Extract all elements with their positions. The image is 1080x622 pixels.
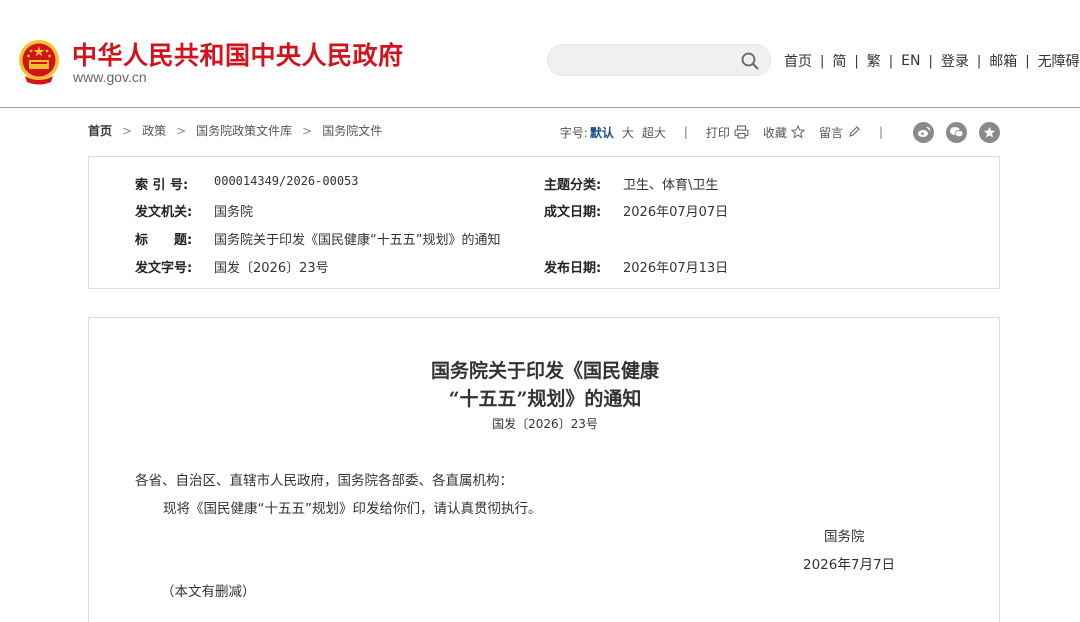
pencil-icon bbox=[849, 126, 860, 137]
wechat-icon[interactable] bbox=[946, 121, 967, 143]
print-button[interactable]: 打印 bbox=[706, 124, 749, 141]
chevron-right-icon: > bbox=[122, 123, 133, 138]
article-tools: 字号: 默认 大 超大 | 打印 收藏 留言 | bbox=[559, 121, 1000, 143]
article-title-line1: 国务院关于印发《国民健康 bbox=[430, 360, 659, 382]
nav-simplified-link[interactable]: 简 bbox=[832, 51, 846, 71]
info-value: 000014349/2026-00053 bbox=[214, 174, 359, 188]
info-category: 主题分类: 卫生、体育\卫生 bbox=[544, 174, 718, 193]
tools-divider: | bbox=[683, 125, 688, 139]
printer-icon bbox=[734, 125, 749, 139]
article-title-line2: “十五五”规划》的通知 bbox=[448, 388, 642, 410]
breadcrumb-policy[interactable]: 政策 bbox=[142, 122, 166, 139]
comment-label: 留言 bbox=[818, 125, 843, 140]
document-info-box: 索 引 号: 000014349/2026-00053 主题分类: 卫生、体育\… bbox=[88, 156, 1000, 289]
info-issuer: 发文机关: 国务院 bbox=[135, 201, 253, 220]
chevron-right-icon: > bbox=[176, 123, 187, 138]
nav-traditional-link[interactable]: 繁 bbox=[867, 51, 881, 71]
site-url[interactable]: www.gov.cn bbox=[73, 69, 147, 85]
nav-login-link[interactable]: 登录 bbox=[941, 51, 969, 71]
info-value: 国务院关于印发《国民健康“十五五”规划》的通知 bbox=[214, 233, 501, 248]
info-doc-no: 发文字号: 国发〔2026〕23号 bbox=[135, 257, 329, 276]
nav-separator: | bbox=[976, 53, 982, 69]
site-title[interactable]: 中华人民共和国中央人民政府 bbox=[72, 36, 404, 72]
nav-separator: | bbox=[888, 53, 894, 69]
national-emblem-logo[interactable] bbox=[16, 38, 62, 86]
article-note: （本文有删减） bbox=[161, 584, 256, 600]
info-publish-date: 发布日期: 2026年07月13日 bbox=[544, 257, 728, 276]
nav-accessibility-link[interactable]: 无障碍 bbox=[1038, 51, 1080, 71]
article-body: 国务院关于印发《国民健康 “十五五”规划》的通知 国发〔2026〕23号 各省、… bbox=[88, 317, 1000, 622]
print-label: 打印 bbox=[705, 125, 730, 140]
star-icon bbox=[790, 125, 805, 139]
info-label: 标 题: bbox=[135, 233, 193, 248]
info-written-date: 成文日期: 2026年07月07日 bbox=[544, 201, 728, 220]
article-signature: 国务院 bbox=[824, 529, 865, 545]
info-subject: 标 题: 国务院关于印发《国民健康“十五五”规划》的通知 bbox=[135, 229, 500, 248]
toolbar: 首页 > 政策 > 国务院政策文件库 > 国务院文件 字号: 默认 大 超大 |… bbox=[88, 121, 1000, 143]
nav-separator: | bbox=[854, 53, 859, 69]
comment-button[interactable]: 留言 bbox=[819, 124, 861, 141]
wechat-glyph-icon bbox=[950, 127, 964, 138]
weibo-glyph-icon bbox=[917, 126, 930, 137]
nav-separator: | bbox=[820, 53, 825, 69]
search-box bbox=[547, 44, 771, 76]
qzone-star-icon bbox=[983, 126, 996, 138]
info-value: 国发〔2026〕23号 bbox=[214, 261, 329, 276]
info-label: 发文机关: bbox=[135, 205, 193, 220]
article-salutation: 各省、自治区、直辖市人民政府，国务院各部委、各直属机构： bbox=[135, 473, 513, 489]
nav-english-link[interactable]: EN bbox=[901, 53, 920, 69]
info-value: 2026年07月07日 bbox=[623, 205, 729, 220]
chevron-right-icon: > bbox=[302, 123, 313, 138]
tools-divider: | bbox=[878, 125, 883, 139]
favorite-label: 收藏 bbox=[762, 125, 787, 140]
font-size-label: 字号: bbox=[559, 125, 588, 140]
info-label: 发布日期: bbox=[544, 261, 602, 276]
breadcrumb-home[interactable]: 首页 bbox=[88, 122, 112, 139]
info-label: 索 引 号: bbox=[135, 178, 189, 193]
font-size-large[interactable]: 大 bbox=[622, 124, 634, 141]
font-size-xlarge[interactable]: 超大 bbox=[642, 124, 666, 141]
info-label: 主题分类: bbox=[544, 178, 602, 193]
nav-home-link[interactable]: 首页 bbox=[784, 51, 812, 71]
top-nav: 首页 | 简 | 繁 | EN | 登录 | 邮箱 | 无障碍 bbox=[784, 51, 1080, 71]
info-label: 成文日期: bbox=[544, 205, 602, 220]
breadcrumb-policy-library[interactable]: 国务院政策文件库 bbox=[196, 122, 292, 139]
nav-mail-link[interactable]: 邮箱 bbox=[989, 51, 1017, 71]
qzone-icon[interactable] bbox=[979, 121, 1000, 143]
info-index-no: 索 引 号: 000014349/2026-00053 bbox=[135, 174, 359, 193]
search-input[interactable] bbox=[562, 45, 732, 75]
info-label: 发文字号: bbox=[135, 261, 193, 276]
font-size-default[interactable]: 默认 bbox=[590, 124, 614, 141]
info-value: 卫生、体育\卫生 bbox=[623, 178, 719, 193]
info-value: 国务院 bbox=[214, 205, 254, 220]
weibo-icon[interactable] bbox=[913, 121, 934, 143]
breadcrumb: 首页 > 政策 > 国务院政策文件库 > 国务院文件 bbox=[88, 122, 382, 139]
article-date: 2026年7月7日 bbox=[803, 557, 896, 573]
favorite-button[interactable]: 收藏 bbox=[763, 124, 805, 141]
article-paragraph: 现将《国民健康“十五五”规划》印发给你们，请认真贯彻执行。 bbox=[163, 501, 542, 517]
article-doc-number: 国发〔2026〕23号 bbox=[492, 417, 598, 431]
nav-separator: | bbox=[928, 53, 933, 69]
info-value: 2026年07月13日 bbox=[623, 261, 729, 276]
breadcrumb-state-council-docs[interactable]: 国务院文件 bbox=[322, 122, 382, 139]
search-icon[interactable] bbox=[740, 51, 760, 71]
site-header: 中华人民共和国中央人民政府 www.gov.cn 首页 | 简 | 繁 | EN… bbox=[0, 0, 1080, 108]
nav-separator: | bbox=[1025, 53, 1030, 69]
